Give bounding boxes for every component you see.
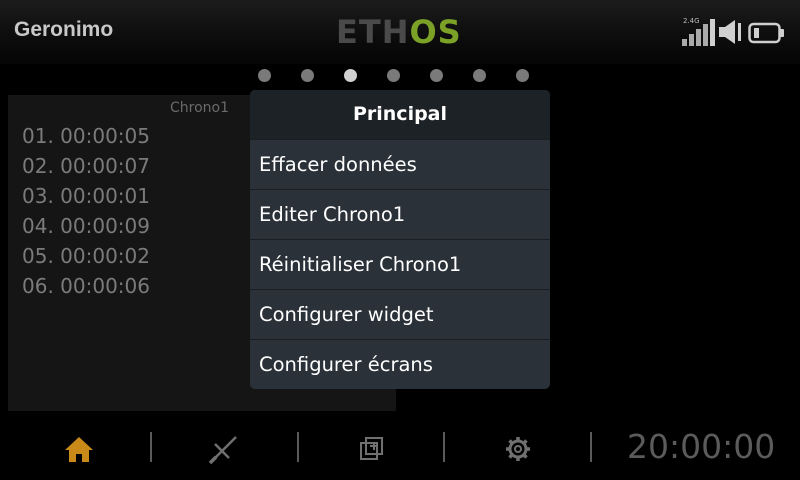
model-setup-icon[interactable] (207, 432, 241, 466)
clock-display: 20:00:00 (627, 427, 776, 466)
settings-icon[interactable] (501, 432, 535, 466)
ethos-logo: ETHOS (336, 12, 462, 52)
top-bar: Geronimo ETHOS 2.4G (0, 0, 800, 64)
nav-separator (590, 432, 592, 462)
lap-list: 01. 00:00:05 02. 00:00:07 03. 00:00:01 0… (22, 121, 150, 301)
lap-item: 05. 00:00:02 (22, 244, 150, 268)
lap-item: 03. 00:00:01 (22, 184, 150, 208)
menu-item-configure-screens[interactable]: Configurer écrans (250, 339, 550, 389)
lap-item: 01. 00:00:05 (22, 124, 150, 148)
speaker-icon (719, 20, 741, 44)
page-dot[interactable] (301, 69, 314, 82)
menu-item-reset-timer[interactable]: Réinitialiser Chrono1 (250, 239, 550, 289)
menu-item-clear-data[interactable]: Effacer données (250, 139, 550, 189)
lap-item: 06. 00:00:06 (22, 274, 150, 298)
menu-title: Principal (250, 90, 550, 139)
page-dot-active[interactable] (344, 69, 357, 82)
menu-item-edit-timer[interactable]: Editer Chrono1 (250, 189, 550, 239)
nav-separator (297, 432, 299, 462)
rssi-band-label: 2.4G (683, 17, 700, 25)
bottom-nav-bar: 20:00:00 (0, 418, 800, 480)
lap-item: 02. 00:00:07 (22, 154, 150, 178)
screens-icon[interactable] (354, 432, 388, 466)
page-dot[interactable] (258, 69, 271, 82)
model-name[interactable]: Geronimo (14, 18, 113, 42)
battery-icon (748, 22, 784, 44)
logo-text-eth: ETH (336, 13, 410, 51)
signal-strength-icon: 2.4G (682, 17, 718, 46)
lap-item: 04. 00:00:09 (22, 214, 150, 238)
page-dot[interactable] (387, 69, 400, 82)
page-dot[interactable] (516, 69, 529, 82)
page-dot[interactable] (473, 69, 486, 82)
context-menu: Principal Effacer données Editer Chrono1… (250, 90, 550, 389)
home-icon[interactable] (62, 432, 96, 466)
logo-text-os: OS (409, 13, 462, 51)
menu-item-configure-widget[interactable]: Configurer widget (250, 289, 550, 339)
page-dot[interactable] (430, 69, 443, 82)
nav-separator (150, 432, 152, 462)
nav-separator (443, 432, 445, 462)
widget-title: Chrono1 (170, 100, 230, 116)
